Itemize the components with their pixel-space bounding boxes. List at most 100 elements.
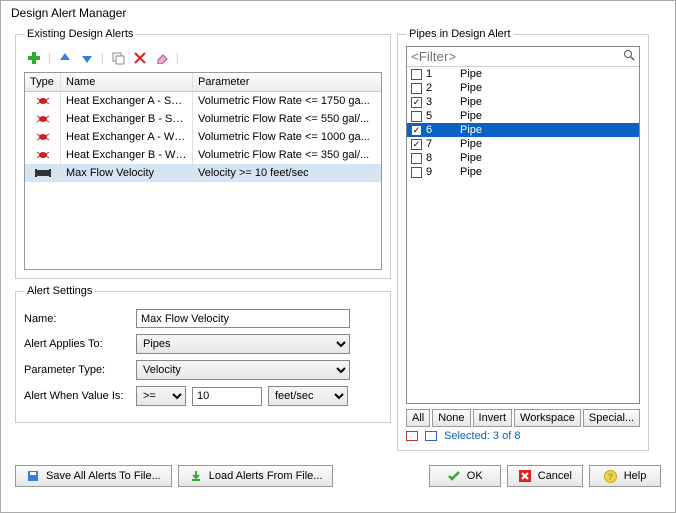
name-label: Name: bbox=[24, 313, 136, 325]
load-alerts-button[interactable]: Load Alerts From File... bbox=[178, 465, 334, 487]
ok-label: OK bbox=[467, 470, 483, 482]
value-input[interactable] bbox=[192, 387, 262, 406]
load-icon bbox=[189, 469, 203, 483]
pipe-number: 5 bbox=[426, 110, 460, 122]
pipe-checkbox[interactable] bbox=[411, 153, 422, 164]
toolbar-separator: | bbox=[101, 52, 104, 64]
pipe-label: Pipe bbox=[460, 68, 482, 80]
pipe-row[interactable]: 9Pipe bbox=[407, 165, 639, 179]
save-icon bbox=[26, 469, 40, 483]
load-alerts-label: Load Alerts From File... bbox=[209, 470, 323, 482]
alert-row[interactable]: Heat Exchanger B - WinterVolumetric Flow… bbox=[25, 146, 381, 164]
alert-settings-legend: Alert Settings bbox=[24, 285, 95, 297]
pipes-list: 1Pipe2Pipe✓3Pipe5Pipe✓6Pipe✓7Pipe8Pipe9P… bbox=[406, 46, 640, 404]
unit-select[interactable]: feet/sec bbox=[268, 386, 348, 406]
param-type-select[interactable]: Velocity bbox=[136, 360, 350, 380]
pipe-row[interactable]: ✓ 3Pipe bbox=[407, 95, 639, 109]
alert-row[interactable]: Heat Exchanger A - WinterVolumetric Flow… bbox=[25, 128, 381, 146]
pipe-number: 9 bbox=[426, 166, 460, 178]
window-title: Design Alert Manager bbox=[1, 1, 675, 28]
pipe-checkbox[interactable] bbox=[411, 167, 422, 178]
toolbar-separator: | bbox=[176, 52, 179, 64]
pipe-checkbox[interactable] bbox=[411, 83, 422, 94]
list-view-icon[interactable] bbox=[406, 431, 418, 441]
pipe-label: Pipe bbox=[460, 110, 482, 122]
pipe-row[interactable]: ✓ 7Pipe bbox=[407, 137, 639, 151]
pipe-checkbox[interactable] bbox=[411, 69, 422, 80]
alert-type-icon bbox=[25, 128, 61, 146]
pipes-legend: Pipes in Design Alert bbox=[406, 28, 514, 40]
select-none-button[interactable]: None bbox=[432, 409, 470, 427]
alert-name-cell: Max Flow Velocity bbox=[61, 164, 193, 182]
col-header-param[interactable]: Parameter bbox=[193, 73, 381, 91]
param-type-label: Parameter Type: bbox=[24, 364, 136, 376]
alerts-toolbar: | | | bbox=[24, 46, 382, 72]
pipe-checkbox[interactable] bbox=[411, 111, 422, 122]
alert-settings-group: Alert Settings Name: Alert Applies To: P… bbox=[15, 285, 391, 423]
pipe-label: Pipe bbox=[460, 152, 482, 164]
pipe-checkbox[interactable]: ✓ bbox=[411, 125, 422, 136]
special-button[interactable]: Special... bbox=[583, 409, 640, 427]
alert-name-cell: Heat Exchanger A - Winter bbox=[61, 128, 193, 146]
alert-name-cell: Heat Exchanger B - Sum... bbox=[61, 110, 193, 128]
pipe-number: 1 bbox=[426, 68, 460, 80]
move-down-button[interactable] bbox=[77, 48, 97, 68]
pipe-label: Pipe bbox=[460, 166, 482, 178]
pipe-label: Pipe bbox=[460, 138, 482, 150]
pipes-group: Pipes in Design Alert 1Pipe2Pipe✓3Pipe5P… bbox=[397, 28, 649, 451]
check-icon bbox=[447, 469, 461, 483]
alert-row[interactable]: Max Flow VelocityVelocity >= 10 feet/sec bbox=[25, 164, 381, 182]
search-icon[interactable] bbox=[623, 49, 635, 64]
col-header-name[interactable]: Name bbox=[61, 73, 193, 91]
selection-status: Selected: 3 of 8 bbox=[444, 430, 520, 442]
copy-button[interactable] bbox=[108, 48, 128, 68]
erase-button[interactable] bbox=[152, 48, 172, 68]
invert-button[interactable]: Invert bbox=[473, 409, 513, 427]
applies-to-label: Alert Applies To: bbox=[24, 338, 136, 350]
workspace-button[interactable]: Workspace bbox=[514, 409, 581, 427]
pipe-row[interactable]: 5Pipe bbox=[407, 109, 639, 123]
alert-type-icon bbox=[25, 167, 61, 179]
alert-name-cell: Heat Exchanger A - Sum... bbox=[61, 92, 193, 110]
pipes-filter-input[interactable] bbox=[411, 49, 623, 64]
delete-button[interactable] bbox=[130, 48, 150, 68]
toolbar-separator: | bbox=[48, 52, 51, 64]
add-alert-button[interactable] bbox=[24, 48, 44, 68]
pipe-number: 3 bbox=[426, 96, 460, 108]
save-alerts-label: Save All Alerts To File... bbox=[46, 470, 161, 482]
name-input[interactable] bbox=[136, 309, 350, 328]
pipe-number: 7 bbox=[426, 138, 460, 150]
pipe-number: 8 bbox=[426, 152, 460, 164]
save-alerts-button[interactable]: Save All Alerts To File... bbox=[15, 465, 172, 487]
alert-param-cell: Volumetric Flow Rate <= 1750 ga... bbox=[193, 92, 381, 110]
cancel-button[interactable]: Cancel bbox=[507, 465, 583, 487]
pipe-row[interactable]: 1Pipe bbox=[407, 67, 639, 81]
pipe-label: Pipe bbox=[460, 96, 482, 108]
alert-type-icon bbox=[25, 92, 61, 110]
svg-text:?: ? bbox=[608, 472, 614, 482]
pipe-row[interactable]: 2Pipe bbox=[407, 81, 639, 95]
alert-type-icon bbox=[25, 146, 61, 164]
alert-param-cell: Velocity >= 10 feet/sec bbox=[193, 164, 381, 182]
grid-view-icon[interactable] bbox=[425, 431, 437, 441]
applies-to-select[interactable]: Pipes bbox=[136, 334, 350, 354]
existing-alerts-group: Existing Design Alerts | | | Type Name P… bbox=[15, 28, 391, 279]
help-icon: ? bbox=[604, 469, 618, 483]
alerts-table: Type Name Parameter Heat Exchanger A - S… bbox=[24, 72, 382, 270]
move-up-button[interactable] bbox=[55, 48, 75, 68]
pipe-checkbox[interactable]: ✓ bbox=[411, 139, 422, 150]
pipe-row[interactable]: ✓6Pipe bbox=[407, 123, 639, 137]
help-button[interactable]: ? Help bbox=[589, 465, 661, 487]
alert-row[interactable]: Heat Exchanger A - Sum...Volumetric Flow… bbox=[25, 92, 381, 110]
pipe-checkbox[interactable]: ✓ bbox=[411, 97, 422, 108]
alert-name-cell: Heat Exchanger B - Winter bbox=[61, 146, 193, 164]
cancel-icon bbox=[518, 469, 532, 483]
col-header-type[interactable]: Type bbox=[25, 73, 61, 91]
pipe-row[interactable]: 8Pipe bbox=[407, 151, 639, 165]
ok-button[interactable]: OK bbox=[429, 465, 501, 487]
cancel-label: Cancel bbox=[538, 470, 572, 482]
alert-row[interactable]: Heat Exchanger B - Sum...Volumetric Flow… bbox=[25, 110, 381, 128]
pipe-number: 2 bbox=[426, 82, 460, 94]
operator-select[interactable]: >= bbox=[136, 386, 186, 406]
select-all-button[interactable]: All bbox=[406, 409, 430, 427]
